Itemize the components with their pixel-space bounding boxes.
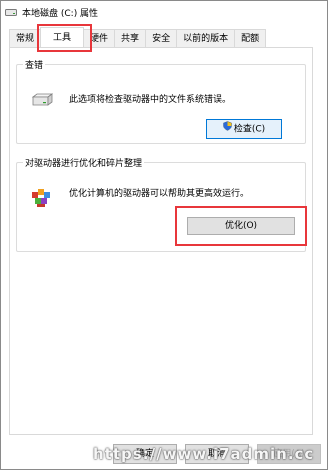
title-bar[interactable]: 本地磁盘 (C:) 属性: [2, 2, 326, 22]
tab-hardware[interactable]: 硬件: [83, 29, 116, 47]
check-group: 查错 此选项将检查驱动器中的文件系统错误。 检查(C): [16, 58, 306, 144]
optimize-description: 优化计算机的驱动器可以帮助其更高效运行。: [69, 189, 250, 199]
check-description: 此选项将检查驱动器中的文件系统错误。: [69, 95, 232, 105]
tab-previous-versions[interactable]: 以前的版本: [176, 29, 236, 47]
check-button[interactable]: 检查(C): [206, 119, 282, 139]
tab-strip: 常规 工具 硬件 共享 安全 以前的版本 配额: [9, 27, 319, 47]
tab-panel-tools: 查错 此选项将检查驱动器中的文件系统错误。 检查(C) 对驱动器进行优化和碎片整…: [9, 47, 313, 435]
check-group-title: 查错: [23, 58, 46, 71]
tab-security[interactable]: 安全: [145, 29, 178, 47]
watermark-text: https://www.i7admin.cc: [93, 445, 315, 463]
tab-sharing[interactable]: 共享: [114, 29, 147, 47]
drive-title-icon: [5, 7, 17, 17]
tab-tools[interactable]: 工具: [40, 27, 85, 47]
defrag-icon: [31, 187, 53, 212]
tab-general[interactable]: 常规: [9, 29, 42, 47]
window-title: 本地磁盘 (C:) 属性: [22, 8, 99, 19]
check-button-label: 检查(C): [233, 124, 266, 135]
shield-icon: [223, 120, 232, 138]
tab-quota[interactable]: 配额: [234, 29, 267, 47]
optimize-group-title: 对驱动器进行优化和碎片整理: [23, 156, 145, 169]
properties-window: 本地磁盘 (C:) 属性 常规 工具 硬件 共享 安全 以前的版本 配额 查错 …: [0, 0, 328, 470]
drive-icon: [31, 93, 54, 110]
optimize-group: 对驱动器进行优化和碎片整理 优化计算机的驱动器可以帮助其更高效运行。 优化(O): [16, 156, 307, 252]
optimize-button[interactable]: 优化(O): [187, 217, 295, 235]
